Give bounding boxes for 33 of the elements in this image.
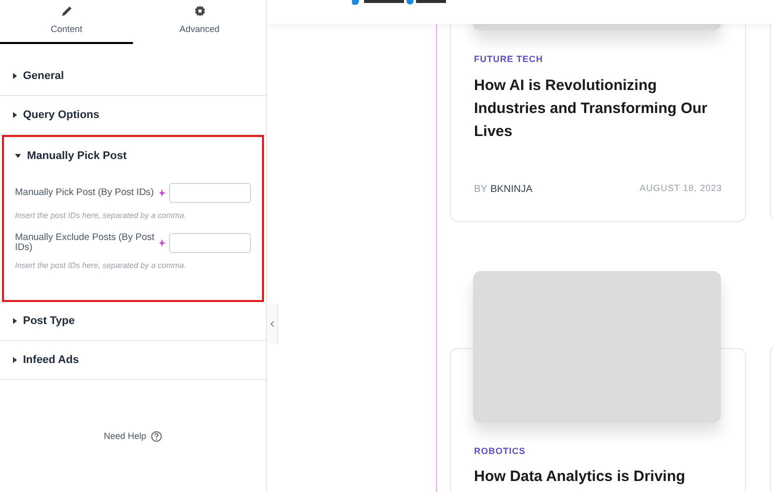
help-icon: [151, 431, 162, 442]
caret-down-icon: [15, 154, 21, 158]
pencil-icon: [60, 5, 72, 18]
field-hint: Insert the post IDs here, separated by a comma.: [15, 260, 188, 272]
post-ids-field[interactable]: [169, 183, 251, 203]
collapse-handle[interactable]: [267, 304, 278, 344]
sparkle-icon: [159, 189, 168, 197]
post-author-prefix: BY: [474, 182, 488, 196]
post-author[interactable]: BKNINJA: [490, 182, 533, 196]
section-header[interactable]: General: [0, 57, 266, 95]
section-header[interactable]: Manually Pick Post: [4, 137, 262, 175]
post-category[interactable]: ROBOTICS: [474, 444, 722, 458]
caret-right-icon: [13, 357, 17, 363]
sparkle-icon: [159, 239, 168, 247]
section-header[interactable]: Query Options: [0, 96, 266, 134]
panel-tab[interactable]: Content: [0, 0, 133, 44]
caret-right-icon: [13, 112, 17, 118]
chevron-left-icon: [270, 321, 274, 327]
post-ids-field[interactable]: [169, 233, 251, 253]
settings-icon: [194, 5, 206, 18]
field-hint: Insert the post IDs here, separated by a comma.: [15, 210, 188, 222]
caret-right-icon: [13, 318, 17, 324]
help-link[interactable]: Need Help: [104, 430, 162, 444]
field-label: Manually Exclude Posts (By Post IDs): [15, 233, 156, 253]
section-header[interactable]: Infeed Ads: [0, 341, 266, 379]
field-label: Manually Pick Post (By Post IDs): [15, 188, 155, 198]
post-category[interactable]: FUTURE TECH: [474, 53, 722, 66]
caret-right-icon: [13, 73, 17, 79]
post-title[interactable]: How Data Analytics is Driving: [474, 465, 722, 488]
post-date: AUGUST 18, 2023: [640, 182, 722, 196]
panel-tab[interactable]: Advanced: [133, 0, 266, 44]
section-header[interactable]: Post Type: [0, 302, 266, 340]
post-title[interactable]: How AI is Revolutionizing Industries and Transforming Our Lives: [474, 74, 722, 142]
